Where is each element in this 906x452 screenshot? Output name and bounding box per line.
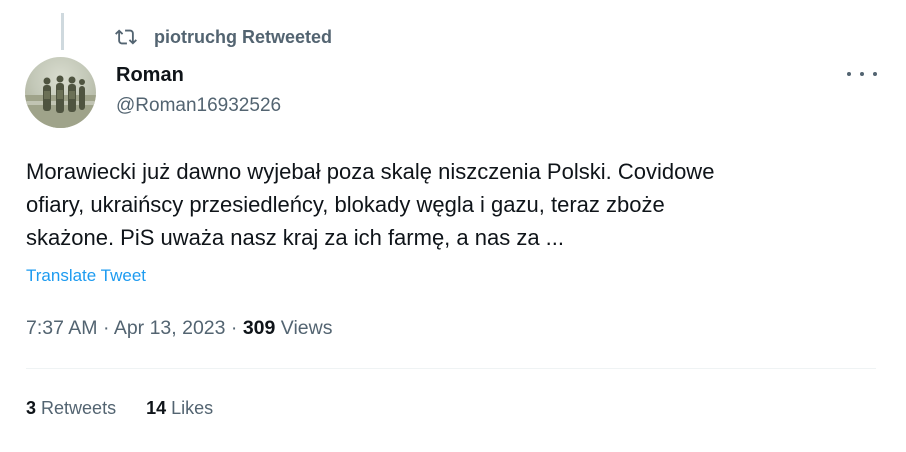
tweet-time[interactable]: 7:37 AM bbox=[26, 317, 98, 339]
views-label: Views bbox=[280, 317, 333, 339]
more-dot-icon bbox=[847, 72, 851, 76]
translate-tweet-link[interactable]: Translate Tweet bbox=[26, 266, 146, 286]
retweets-stat[interactable]: 3 Retweets bbox=[26, 398, 116, 419]
meta-separator: · bbox=[230, 317, 238, 339]
retweets-count: 3 bbox=[26, 398, 37, 418]
avatar[interactable] bbox=[25, 57, 96, 128]
avatar-photo-icon bbox=[25, 75, 96, 128]
author-handle[interactable]: @Roman16932526 bbox=[116, 95, 281, 117]
tweet-text: Morawiecki już dawno wyjebał poza skalę … bbox=[26, 159, 715, 250]
retweeter-name[interactable]: piotruchg bbox=[154, 27, 237, 48]
tweet-date[interactable]: Apr 13, 2023 bbox=[114, 317, 226, 339]
likes-stat[interactable]: 14 Likes bbox=[146, 398, 213, 419]
views-count: 309 bbox=[242, 317, 276, 339]
more-options-button[interactable] bbox=[847, 62, 877, 86]
engagement-stats: 3 Retweets 14 Likes bbox=[26, 398, 243, 419]
likes-label: Likes bbox=[171, 398, 214, 418]
divider bbox=[26, 368, 876, 369]
meta-separator: · bbox=[102, 317, 110, 339]
retweet-label: Retweeted bbox=[242, 26, 333, 47]
likes-count: 14 bbox=[146, 398, 167, 418]
tweet-meta: 7:37 AM · Apr 13, 2023 · 309 Views bbox=[26, 317, 332, 340]
more-dot-icon bbox=[873, 72, 877, 76]
author-name[interactable]: Roman bbox=[116, 64, 184, 87]
more-dot-icon bbox=[860, 72, 864, 76]
retweet-header: piotruchg Retweeted bbox=[115, 26, 332, 48]
retweet-icon bbox=[115, 29, 137, 45]
thread-line bbox=[61, 13, 64, 50]
retweets-label: Retweets bbox=[41, 398, 117, 418]
